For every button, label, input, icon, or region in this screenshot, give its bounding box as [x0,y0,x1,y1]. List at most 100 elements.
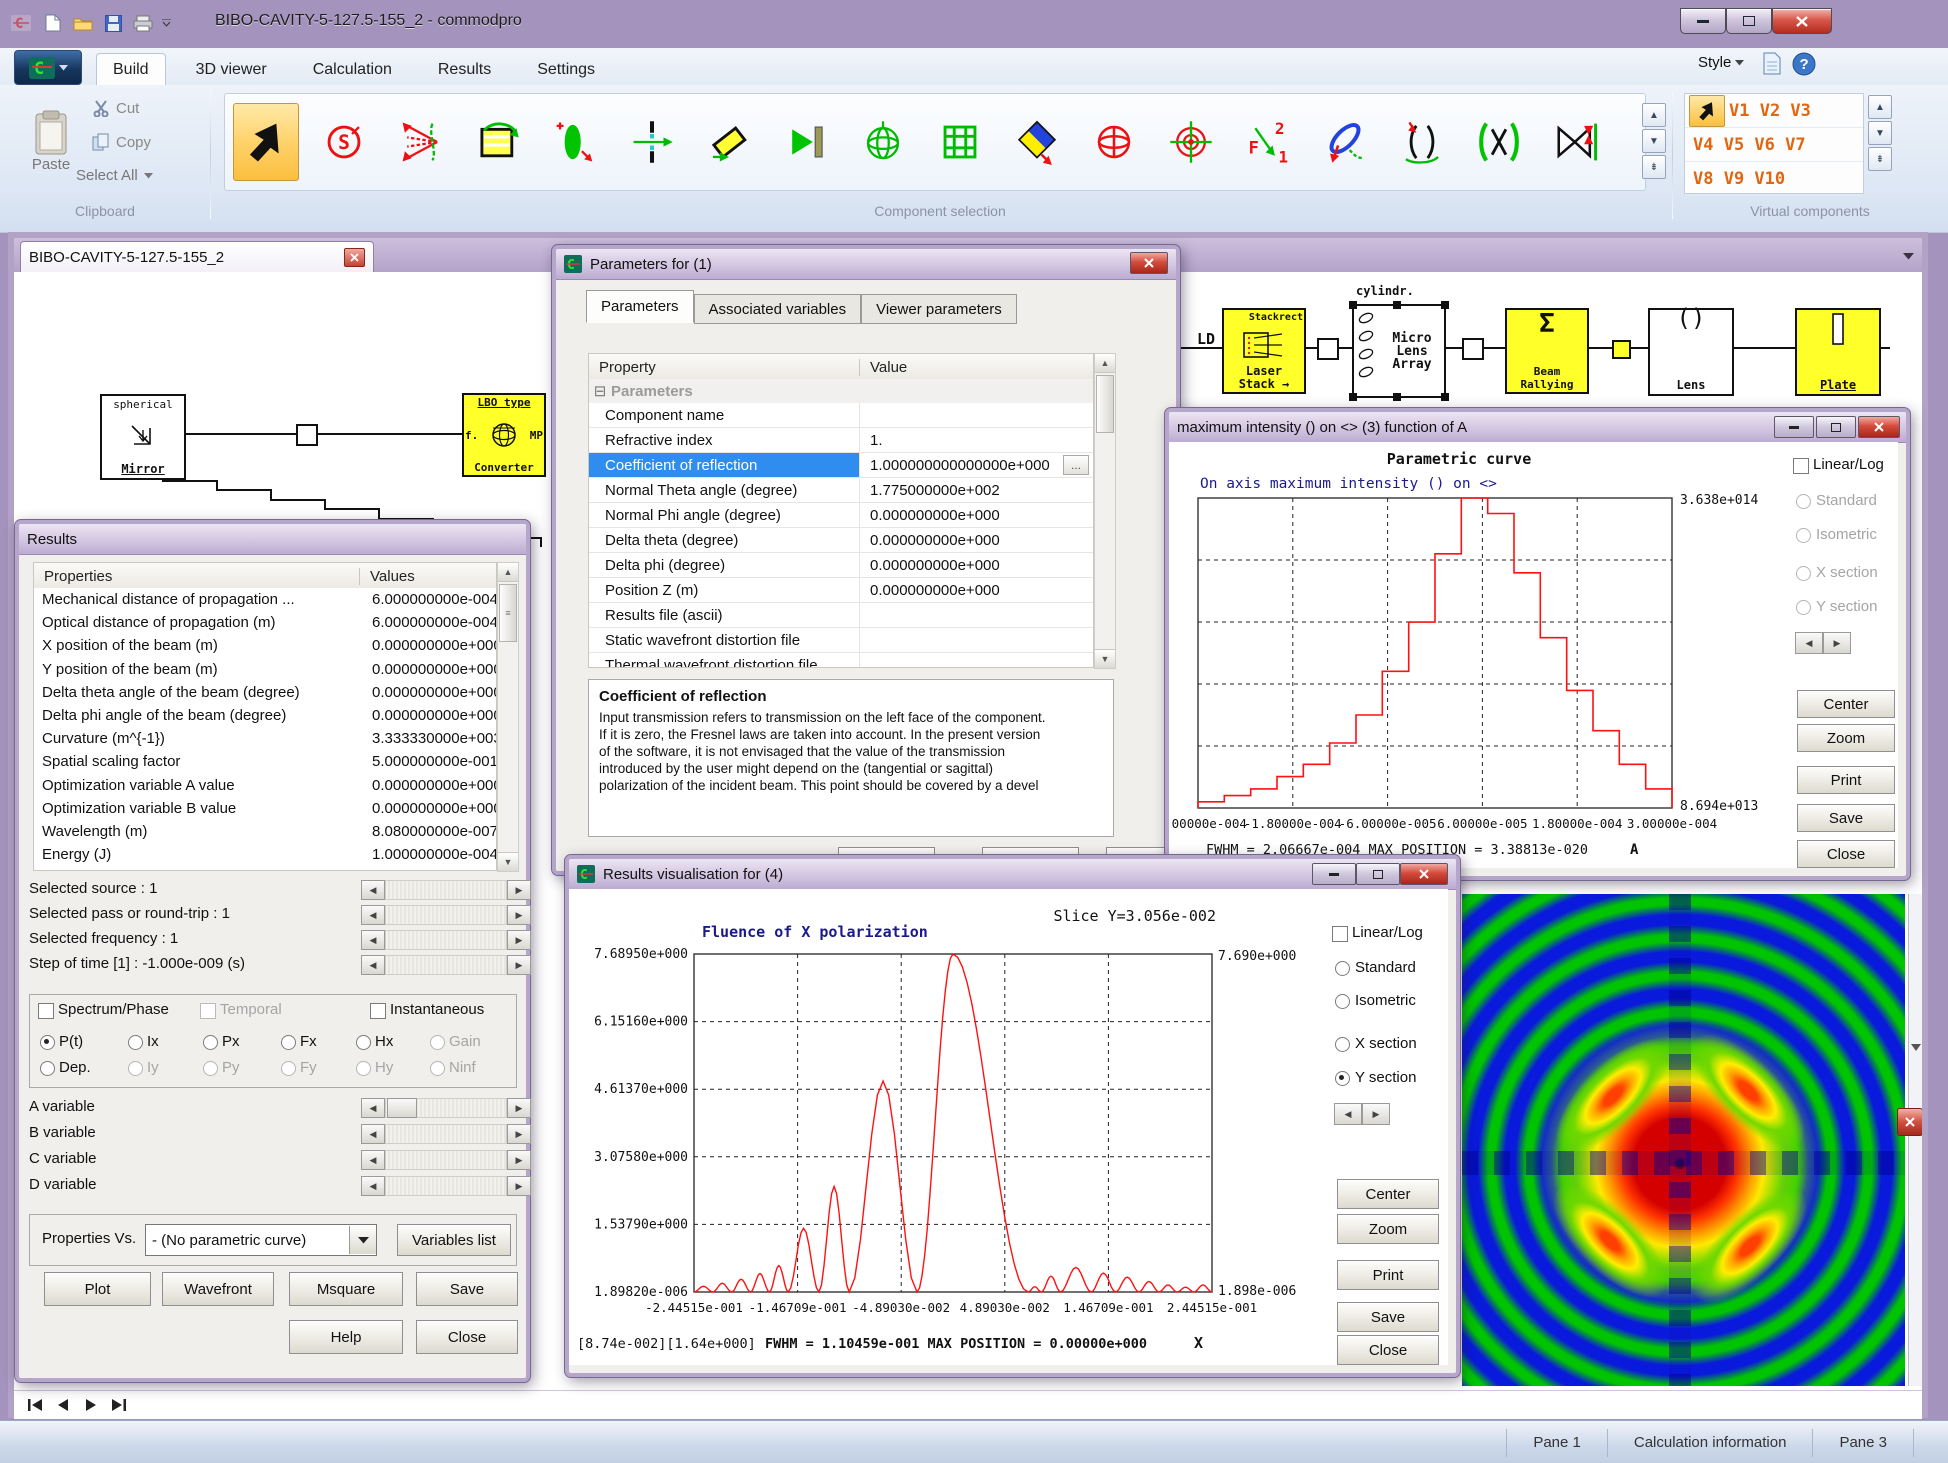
ninf-radio[interactable] [430,1061,445,1076]
slider-groove[interactable] [385,955,507,975]
scroll-down-icon[interactable]: ▼ [1642,129,1666,153]
minimize-button[interactable] [1312,863,1356,885]
isometric-radio[interactable] [1796,528,1811,543]
slider-left-button[interactable]: ◀ [361,955,385,975]
slider-right-button[interactable]: ▶ [507,1150,531,1170]
tab-list-dropdown-icon[interactable] [1896,246,1920,266]
results-table-row[interactable]: Optimization variable A value0.000000000… [34,774,496,797]
save-icon[interactable] [100,10,126,36]
step-left-button[interactable]: ◀ [1334,1103,1362,1125]
nav-last-icon[interactable] [108,1395,130,1415]
scroll-down-icon[interactable]: ▼ [1868,121,1892,145]
slider-left-button[interactable]: ◀ [361,1124,385,1144]
param-value[interactable]: 0.000000000e+000 [860,507,1000,524]
results-col-values[interactable]: Values [360,568,415,585]
param-value[interactable]: 0.000000000e+000 [860,532,1000,549]
linear-log-checkbox[interactable] [1793,458,1809,474]
application-menu-button[interactable]: C [14,50,82,85]
dep-radio[interactable] [40,1061,55,1076]
document-info-icon[interactable] [1762,52,1782,76]
slider-right-button[interactable]: ▶ [507,1124,531,1144]
params-col-property[interactable]: Property [589,359,860,376]
step-left-button[interactable]: ◀ [1795,632,1823,654]
plot-button[interactable]: Plot [44,1272,151,1306]
results-table-row[interactable]: Energy (J)1.000000000e-004 [34,843,496,866]
help-icon[interactable]: ? [1792,52,1816,76]
param-value[interactable]: 1. [860,432,883,449]
statusbar-pane[interactable]: Pane 3 [1827,1434,1899,1451]
slider-groove[interactable] [385,905,507,925]
converter-sphere-icon[interactable] [851,104,915,180]
slider-thumb[interactable] [387,1098,417,1118]
fluence-heatmap-image[interactable] [1462,894,1905,1386]
results-window-titlebar[interactable]: Results [19,524,526,555]
hx-radio[interactable] [356,1035,371,1050]
center-button[interactable]: Center [1337,1179,1439,1209]
document-tab[interactable]: BIBO-CAVITY-5-127.5-155_2 [20,241,374,273]
zoom-button[interactable]: Zoom [1797,724,1895,752]
param-value[interactable]: 0.000000000e+000 [860,582,1000,599]
slider-right-button[interactable]: ▶ [507,955,531,975]
component-beam-rallying[interactable]: Σ BeamRallying [1505,308,1589,394]
component-plate[interactable]: Plate [1795,308,1881,396]
qat-dropdown-icon[interactable] [158,10,174,36]
spectrum-phase-checkbox[interactable] [38,1003,54,1019]
connector-node-small[interactable] [1612,340,1631,359]
maximize-button[interactable] [1356,863,1400,885]
params-table-row[interactable]: Normal Phi angle (degree)0.000000000e+00… [589,503,1093,528]
nav-prev-icon[interactable] [52,1395,74,1415]
ribbon-tab-settings[interactable]: Settings [521,54,611,85]
fluence-chart[interactable]: Fluence of X polarizationSlice Y=3.056e-… [569,889,1325,1365]
pane-close-button[interactable] [1897,1108,1922,1136]
new-document-icon[interactable] [40,10,66,36]
results-table[interactable]: Mechanical distance of propagation ...6.… [33,588,497,871]
py-radio[interactable] [203,1061,218,1076]
copy-button[interactable]: Copy [92,133,151,151]
parametric-window-titlebar[interactable]: maximum intensity () on <> (3) function … [1169,412,1906,443]
param-value[interactable]: 0.000000000e+000 [860,557,1000,574]
slider-left-button[interactable]: ◀ [361,1098,385,1118]
component-laser-stack[interactable]: Stackrect LaserStack → [1222,308,1306,394]
print-button[interactable]: Print [1797,766,1895,794]
gain-radio[interactable] [430,1035,445,1050]
slider-groove[interactable] [385,1124,507,1144]
step-right-button[interactable]: ▶ [1362,1103,1390,1125]
virtual-row[interactable]: V8 V9 V10 [1685,162,1863,196]
results-table-row[interactable]: Y position of the beam (m)0.000000000e+0… [34,658,496,681]
params-table-row[interactable]: Thermal wavefront distortion file [589,653,1093,668]
param-value[interactable]: 1.000000000000000e+000 [860,457,1050,474]
close-button[interactable] [1858,416,1900,438]
slider-right-button[interactable]: ▶ [507,1176,531,1196]
chevron-down-icon[interactable] [1911,1044,1921,1052]
step-right-button[interactable]: ▶ [1823,632,1851,654]
ellipsis-button[interactable]: ... [1063,455,1089,475]
slider-left-button[interactable]: ◀ [361,880,385,900]
variables-list-button[interactable]: Variables list [397,1224,511,1256]
save-button[interactable]: Save [1797,804,1895,832]
center-button[interactable]: Center [1797,690,1895,718]
x-section-radio[interactable] [1796,566,1811,581]
slider-right-button[interactable]: ▶ [507,930,531,950]
maximize-button[interactable] [1726,8,1772,34]
y-section-radio[interactable] [1335,1071,1350,1086]
results-table-row[interactable]: Optical distance of propagation (m)6.000… [34,611,496,634]
nav-first-icon[interactable] [24,1395,46,1415]
maximize-button[interactable] [1816,416,1856,438]
scroll-up-icon[interactable]: ▲ [1642,103,1666,127]
close-button[interactable]: Close [1797,840,1895,868]
select-all-button[interactable]: Select All [76,167,153,184]
results-table-row[interactable]: Spatial scaling factor5.000000000e-001 [34,750,496,773]
results-table-row[interactable]: Optimization variable B value0.000000000… [34,797,496,820]
slider-left-button[interactable]: ◀ [361,905,385,925]
params-table-row[interactable]: Delta phi (degree)0.000000000e+000 [589,553,1093,578]
polarizer-ellipse-icon[interactable] [1313,104,1377,180]
params-table[interactable]: ⊟ParametersComponent nameRefractive inde… [588,379,1094,668]
params-table-row[interactable]: Normal Theta angle (degree)1.775000000e+… [589,478,1093,503]
save-button[interactable]: Save [1337,1302,1439,1332]
paste-button[interactable]: Paste [18,93,84,189]
params-table-row[interactable]: Refractive index1. [589,428,1093,453]
virtual-scroll[interactable]: ▲ ▼ ⇟ [1868,95,1892,171]
x-section-radio[interactable] [1335,1037,1350,1052]
statusbar-pane[interactable]: Calculation information [1622,1434,1799,1451]
component-lbo-converter[interactable]: LBO type f. MP Converter [462,393,546,477]
